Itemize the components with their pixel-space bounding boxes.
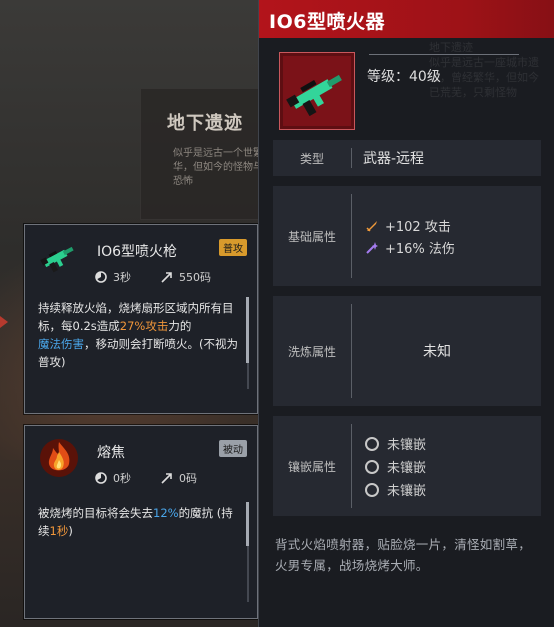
row-divider xyxy=(351,304,352,398)
item-title: IO6型喷火器 xyxy=(269,11,385,33)
fire-icon xyxy=(40,439,78,477)
ghost-title: 地下遗迹 xyxy=(429,41,473,54)
ghost-text: 似乎是远古一座城市遗迹，曾经繁华，但如今已荒芜，只剩怪物 xyxy=(429,56,539,99)
background-location-title: 地下遗迹 xyxy=(167,113,243,134)
range-arrow-icon xyxy=(161,272,172,283)
empty-socket-icon xyxy=(365,482,379,497)
socket-attributes-row: 镶嵌属性 未镶嵌 未镶嵌 未镶嵌 xyxy=(273,416,541,516)
flamethrower-icon xyxy=(40,246,74,273)
skill-name: 熔焦 xyxy=(97,445,125,461)
header-divider xyxy=(369,54,519,55)
socket-slot[interactable]: 未镶嵌 xyxy=(365,434,426,453)
desc-text: ) xyxy=(68,524,73,538)
item-detail-panel: 地下遗迹 似乎是远古一座城市遗迹，曾经繁华，但如今已荒芜，只剩怪物 IO6型喷火… xyxy=(258,0,554,627)
row-divider xyxy=(351,424,352,508)
empty-socket-icon xyxy=(365,436,379,451)
socket-status: 未镶嵌 xyxy=(387,438,427,453)
cooldown-icon xyxy=(95,472,107,484)
range-arrow-icon xyxy=(161,473,172,484)
skill-name: IO6型喷火枪 xyxy=(97,244,178,260)
type-label: 类型 xyxy=(299,151,324,166)
magic-wand-icon xyxy=(366,241,378,254)
attack-attribute: +102 攻击 xyxy=(365,216,451,235)
refine-attributes-label: 洗炼属性 xyxy=(287,344,336,359)
cooldown-value: 3秒 xyxy=(113,271,131,284)
background-location-text: 似乎是远古一个世繁华，但如今的怪物与恐怖 xyxy=(173,148,263,187)
skill-description: 持续释放火焰，烧烤扇形区域内所有目标，每0.2s造成27%攻击力的 魔法伤害，移动… xyxy=(38,299,238,371)
row-divider xyxy=(351,194,352,278)
range-value: 0码 xyxy=(179,472,197,485)
background-location-card: 地下遗迹 似乎是远古一个世繁华，但如今的怪物与恐怖 xyxy=(140,88,263,220)
type-value: 武器-远程 xyxy=(363,151,425,167)
scrollbar-thumb[interactable] xyxy=(246,502,249,546)
magic-attribute: +16% 法伤 xyxy=(365,238,455,257)
cooldown-stat: 0秒 xyxy=(95,470,131,486)
cooldown-icon xyxy=(95,271,107,283)
refine-attributes-row: 洗炼属性 未知 xyxy=(273,296,541,406)
scrollbar-thumb[interactable] xyxy=(246,297,249,363)
skill-card-scorch[interactable]: 熔焦 被动 0秒 0码 被烧烤的目标将会失去12%的魔抗 (持续1秒) xyxy=(24,425,258,619)
empty-socket-icon xyxy=(365,459,379,474)
item-level: 等级：40级 xyxy=(367,69,441,85)
cooldown-value: 0秒 xyxy=(113,472,131,485)
sword-icon xyxy=(366,220,377,232)
desc-highlight-duration: 1秒 xyxy=(49,524,69,538)
socket-status: 未镶嵌 xyxy=(387,461,427,476)
base-attributes-row: 基础属性 +102 攻击 +16% 法伤 xyxy=(273,186,541,286)
skill-type-badge: 被动 xyxy=(219,440,247,457)
refine-value: 未知 xyxy=(423,344,451,360)
socket-slot[interactable]: 未镶嵌 xyxy=(365,480,426,499)
skill-type-badge: 普攻 xyxy=(219,239,247,256)
background-ghost-text: 地下遗迹 似乎是远古一座城市遗迹，曾经繁华，但如今已荒芜，只剩怪物 xyxy=(429,40,549,100)
desc-text: 被烧烤的目标将会失去 xyxy=(38,506,153,520)
background-marker xyxy=(0,316,8,328)
range-value: 550码 xyxy=(179,271,211,284)
desc-highlight-magic: 魔法伤害 xyxy=(38,337,84,351)
item-title-bar: IO6型喷火器 xyxy=(259,0,554,38)
base-attributes-label: 基础属性 xyxy=(287,229,336,244)
skill-description: 被烧烤的目标将会失去12%的魔抗 (持续1秒) xyxy=(38,504,238,540)
attack-value: +102 攻击 xyxy=(385,220,451,235)
item-description: 背式火焰喷射器，贴脸烧一片，清怪如割草，火男专属，战场烧烤大师。 xyxy=(275,537,532,573)
desc-highlight-attack: 27%攻击 xyxy=(119,319,169,333)
magic-value: +16% 法伤 xyxy=(385,242,455,257)
row-divider xyxy=(351,148,352,168)
socket-attributes-label: 镶嵌属性 xyxy=(287,459,336,474)
socket-slot[interactable]: 未镶嵌 xyxy=(365,457,426,476)
socket-status: 未镶嵌 xyxy=(387,484,427,499)
item-icon-frame[interactable] xyxy=(279,52,355,130)
skill-card-flamethrower[interactable]: IO6型喷火枪 普攻 3秒 550码 持续释放火焰，烧烤扇形区域内所有目标，每0… xyxy=(24,224,258,414)
desc-text: 力的 xyxy=(168,319,192,333)
range-stat: 0码 xyxy=(161,470,197,486)
cooldown-stat: 3秒 xyxy=(95,269,131,285)
desc-highlight-percent: 12% xyxy=(153,506,179,520)
range-stat: 550码 xyxy=(161,269,211,285)
flamethrower-weapon-icon xyxy=(286,74,342,117)
type-row: 类型 武器-远程 xyxy=(273,140,541,176)
